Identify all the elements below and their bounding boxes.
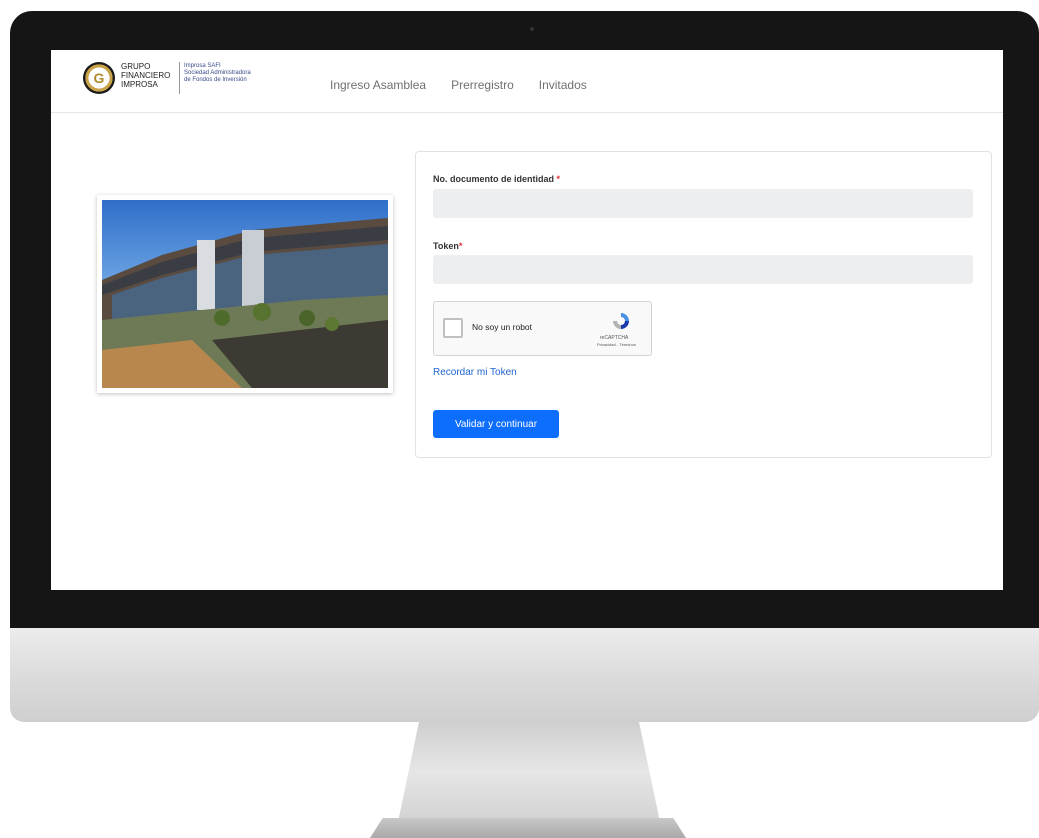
sub-brand-line: de Fondos de Inversión [184,77,247,83]
required-mark: * [556,174,561,184]
building-photo [102,200,388,388]
recaptcha-brand: reCAPTCHA [600,335,629,341]
recaptcha-checkbox[interactable] [443,318,463,338]
remember-token-link[interactable]: Recordar mi Token [433,367,517,378]
screen: G GRUPO FINANCIERO IMPROSA Improsa SAFI … [51,50,1003,590]
improsa-logo-icon[interactable]: G [83,62,115,94]
required-mark: * [458,241,463,251]
brand-line: GRUPO [121,62,151,71]
recaptcha-links[interactable]: Privacidad - Términos [597,342,636,347]
monitor-chin [10,628,1039,722]
login-form-card: No. documento de identidad * Token* No s… [415,151,992,458]
sub-brand-line: Improsa SAFI [184,63,221,69]
recaptcha-icon [613,313,629,329]
token-label-text: Token [433,241,459,251]
sub-brand-line: Sociedad Administradora [184,70,251,76]
validate-continue-button[interactable]: Validar y continuar [433,410,559,438]
main-nav: Ingreso Asamblea Prerregistro Invitados [330,78,587,92]
building-illustration [102,200,388,388]
monitor-stand-neck [398,722,660,822]
top-navbar: G GRUPO FINANCIERO IMPROSA Improsa SAFI … [51,50,1003,113]
building-photo-card [97,195,393,393]
nav-item-ingreso-asamblea[interactable]: Ingreso Asamblea [330,78,426,92]
sub-brand: Improsa SAFI Sociedad Administradora de … [184,63,294,84]
id-document-input[interactable] [433,189,973,218]
recaptcha-label: No soy un robot [472,322,533,332]
id-label-text: No. documento de identidad [433,174,554,184]
brand-line: IMPROSA [121,80,158,89]
brand-divider [179,62,180,94]
brand-name: GRUPO FINANCIERO IMPROSA [121,62,179,89]
monitor-stand-base [370,818,686,838]
recaptcha-widget: No soy un robot reCAPTCHA Privacidad - T… [433,301,652,356]
nav-item-invitados[interactable]: Invitados [539,78,587,92]
id-label: No. documento de identidad * [433,174,560,184]
token-input[interactable] [433,255,973,284]
token-label: Token* [433,241,462,251]
nav-item-prerregistro[interactable]: Prerregistro [451,78,514,92]
camera-dot [530,27,534,31]
brand-line: FINANCIERO [121,71,171,80]
